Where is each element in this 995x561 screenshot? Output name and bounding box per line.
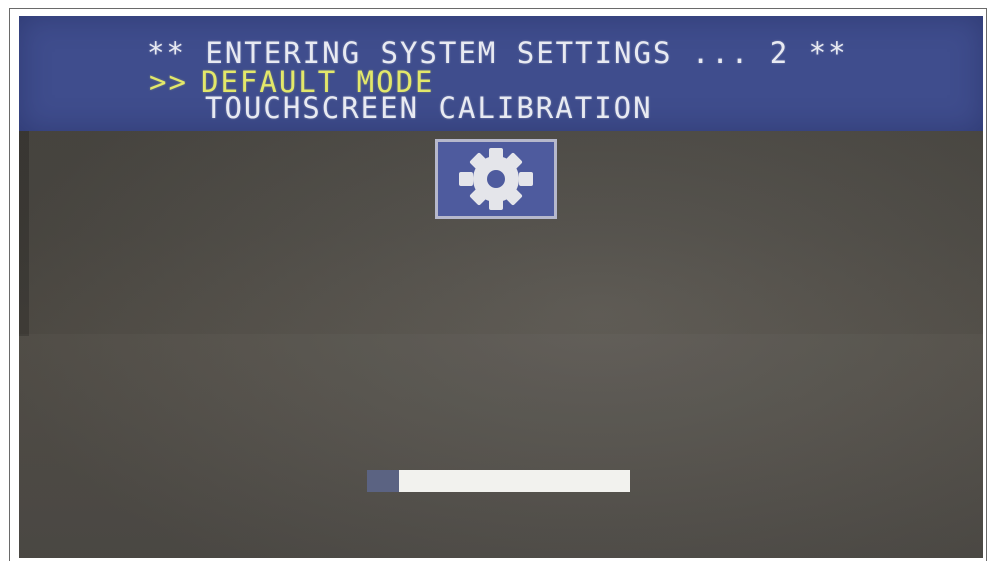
screen-edge-shadow <box>19 131 29 336</box>
gear-icon <box>459 148 533 210</box>
progress-bar <box>367 470 630 492</box>
device-screen: ** ENTERING SYSTEM SETTINGS ... 2 ** >> D… <box>19 16 983 558</box>
menu-item-touchscreen-calibration[interactable]: TOUCHSCREEN CALIBRATION <box>205 93 653 123</box>
screen-lower-band <box>19 334 983 558</box>
progress-fill <box>367 470 399 492</box>
progress-track <box>367 470 630 492</box>
selection-cursor: >> <box>149 65 188 99</box>
settings-icon-box <box>435 139 557 219</box>
settings-title: ** ENTERING SYSTEM SETTINGS ... 2 ** <box>147 36 848 70</box>
settings-header: ** ENTERING SYSTEM SETTINGS ... 2 ** >> D… <box>19 16 983 131</box>
